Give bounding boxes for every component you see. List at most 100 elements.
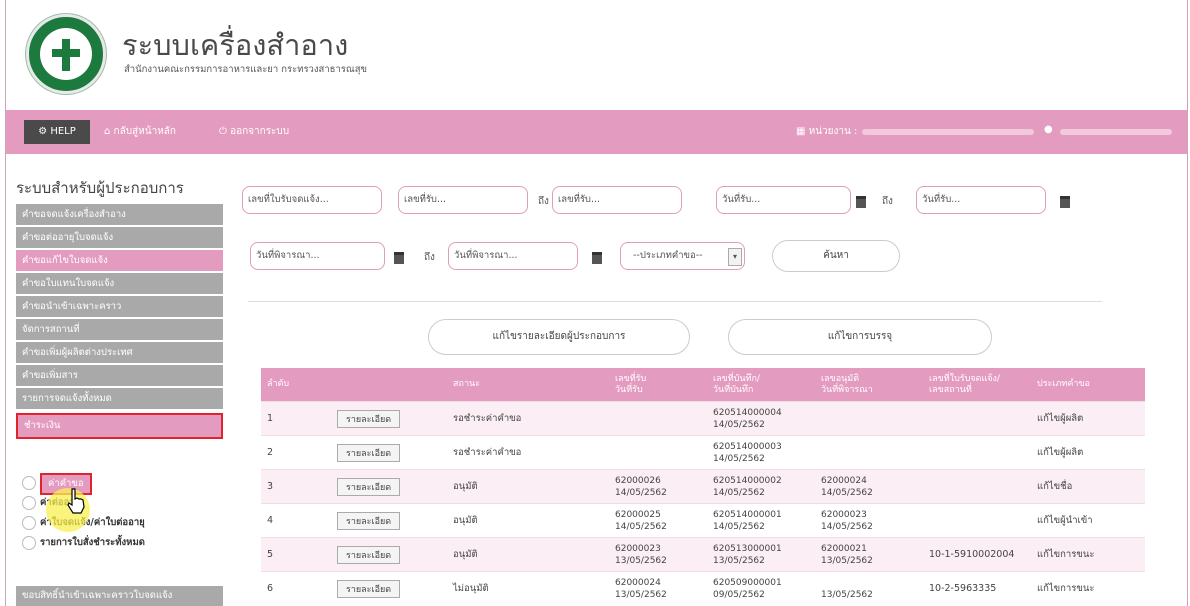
cell-recv	[609, 401, 707, 436]
cell-notify	[923, 401, 1031, 436]
cell-type: แก้ไขการขนะ	[1031, 537, 1145, 572]
cell-notify	[923, 469, 1031, 504]
cell-status: อนุมัติ	[447, 503, 609, 538]
cell-no: 1	[261, 401, 331, 436]
request-type-select[interactable]: --ประเภทคำขอ-- ▾	[620, 242, 745, 270]
cell-detail: รายละเอียด	[331, 469, 447, 504]
calendar-icon[interactable]	[394, 252, 404, 264]
recv-date-to-input[interactable]: วันที่รับ...	[916, 186, 1046, 214]
cell-approval: 62000023 14/05/2562	[815, 503, 923, 538]
app-frame: ระบบเครื่องสำอาง สำนักงานคณะกรรมการอาหาร…	[5, 0, 1188, 606]
table-row: 2 รายละเอียด รอชำระค่าคำขอ 620514000003 14/0…	[261, 435, 1145, 470]
cell-record: 620513000001 13/05/2562	[707, 537, 815, 572]
cell-type: แก้ไขผู้ผลิต	[1031, 401, 1145, 436]
record-date: 14/05/2562	[713, 453, 765, 464]
cell-record: 620514000003 14/05/2562	[707, 435, 815, 470]
edit-packaging-button[interactable]: แก้ไขการบรรจุ	[728, 319, 992, 355]
calendar-icon[interactable]	[856, 196, 866, 208]
cell-notify: 10-1-5910002004	[923, 537, 1031, 572]
chevron-down-icon: ▾	[728, 248, 742, 266]
sidebar-item-import-rights[interactable]: ขอบสิทธิ์นำเข้าเฉพาะคราวใบจดแจ้ง	[16, 586, 223, 606]
sidebar-item-new-notify[interactable]: คำขอจดแจ้งเครื่องสำอาง	[16, 204, 223, 225]
recv	[615, 447, 701, 459]
fda-logo	[26, 14, 106, 94]
detail-button[interactable]: รายละเอียด	[337, 511, 401, 530]
cell-type: แก้ไขผู้นำเข้า	[1031, 503, 1145, 538]
detail-button[interactable]: รายละเอียด	[337, 477, 401, 496]
approval: 62000023 14/05/2562	[821, 509, 917, 533]
cell-no: 6	[261, 571, 331, 605]
calendar-icon[interactable]	[1060, 196, 1070, 208]
recv-no-from-input[interactable]: เลขที่รับ...	[398, 186, 528, 214]
cell-detail: รายละเอียด	[331, 401, 447, 436]
sidebar-item-add-substance[interactable]: คำขอเพิ่มสาร	[16, 365, 223, 386]
table-body: 1 รายละเอียด รอชำระค่าคำขอ 620514000004 14/0…	[261, 401, 1145, 605]
detail-button[interactable]: รายละเอียด	[337, 443, 401, 462]
sidebar-item-payment[interactable]: ชำระเงิน	[16, 413, 223, 439]
sidebar-item-replacement[interactable]: คำขอใบแทนใบจดแจ้ง	[16, 273, 223, 294]
record-date: 14/05/2562	[713, 487, 765, 498]
edit-operator-button[interactable]: แก้ไขรายละเอียดผู้ประกอบการ	[428, 319, 690, 355]
review-date-to-input[interactable]: วันที่พิจารณา...	[448, 242, 578, 270]
recv-value: 62000024	[615, 577, 661, 588]
recv	[615, 413, 701, 425]
cell-no: 3	[261, 469, 331, 504]
recv-value: 62000026	[615, 475, 661, 486]
home-link[interactable]: ⌂ กลับสู่หน้าหลัก	[104, 124, 176, 139]
help-button[interactable]: ⚙ HELP	[24, 120, 90, 144]
sidebar-item-all-notify[interactable]: รายการจดแจ้งทั้งหมด	[16, 388, 223, 409]
cell-status: อนุมัติ	[447, 537, 609, 572]
notify-no-input[interactable]: เลขที่ใบรับจดแจ้ง...	[242, 186, 382, 214]
col-header-no: ลำดับ	[261, 368, 331, 402]
table-row: 3 รายละเอียด อนุมัติ 62000026 14/05/2562 6205…	[261, 469, 1145, 504]
home-icon: ⌂	[104, 126, 114, 137]
record-date: 14/05/2562	[713, 419, 765, 430]
record-value: 620509000001	[713, 577, 782, 588]
approval: 62000024 14/05/2562	[821, 475, 917, 499]
unit-label-text: หน่วยงาน :	[808, 126, 858, 137]
radio-icon	[22, 476, 36, 490]
search-button[interactable]: ค้นหา	[772, 240, 900, 272]
approval-value: 62000021	[821, 543, 867, 554]
cell-recv: 62000023 13/05/2562	[609, 537, 707, 572]
sidebar-item-import[interactable]: คำขอนำเข้าเฉพาะคราว	[16, 296, 223, 317]
calendar-icon[interactable]	[592, 252, 602, 264]
detail-button[interactable]: รายละเอียด	[337, 579, 401, 598]
cell-detail: รายละเอียด	[331, 435, 447, 470]
cell-notify: 10-2-5963335	[923, 571, 1031, 605]
cell-status: รอชำระค่าคำขอ	[447, 435, 609, 470]
recv-date: 13/05/2562	[615, 555, 667, 566]
request-type-value: --ประเภทคำขอ--	[633, 250, 703, 261]
col-header-record: เลขที่บันทึก/ วันที่บันทึก	[707, 368, 815, 402]
cell-status: รอชำระค่าคำขอ	[447, 401, 609, 436]
sidebar-item-places[interactable]: จัดการสถานที่	[16, 319, 223, 340]
app-subtitle: สำนักงานคณะกรรมการอาหารและยา กระทรวงสาธา…	[124, 64, 368, 75]
record-date: 13/05/2562	[713, 555, 765, 566]
detail-button[interactable]: รายละเอียด	[337, 409, 401, 428]
recv-no-to-input[interactable]: เลขที่รับ...	[552, 186, 682, 214]
logo-cross-h	[52, 49, 80, 57]
cell-approval	[815, 401, 923, 436]
logout-link[interactable]: ⏻ ออกจากระบบ	[219, 124, 289, 139]
sidebar-item-renew[interactable]: คำขอต่ออายุใบจดแจ้ง	[16, 227, 223, 248]
cell-no: 5	[261, 537, 331, 572]
record-date: 09/05/2562	[713, 589, 765, 600]
record: 620513000001 13/05/2562	[713, 543, 809, 567]
cell-status: ไม่อนุมัติ	[447, 571, 609, 605]
approval-date: 13/05/2562	[821, 589, 873, 600]
home-label: กลับสู่หน้าหลัก	[113, 126, 176, 137]
sidebar-item-foreign-maker[interactable]: คำขอเพิ่มผู้ผลิตต่างประเทศ	[16, 342, 223, 363]
cell-recv	[609, 435, 707, 470]
recv-date-from-input[interactable]: วันที่รับ...	[716, 186, 851, 214]
building-icon: ▦	[796, 126, 809, 137]
record: 620514000002 14/05/2562	[713, 475, 809, 499]
logout-label: ออกจากระบบ	[230, 126, 290, 137]
sidebar-item-edit-notify[interactable]: คำขอแก้ไขใบจดแจ้ง	[16, 250, 223, 271]
gear-icon: ⚙	[38, 126, 51, 137]
top-nav: ⚙ HELP ⌂ กลับสู่หน้าหลัก ⏻ ออกจากระบบ ▦ …	[6, 110, 1187, 154]
review-date-from-input[interactable]: วันที่พิจารณา...	[250, 242, 385, 270]
detail-button[interactable]: รายละเอียด	[337, 545, 401, 564]
submenu-request-fee[interactable]: ค่าคำขอ	[22, 473, 222, 495]
submenu-all-bills[interactable]: รายการใบสั่งชำระทั้งหมด	[22, 533, 222, 553]
cell-detail: รายละเอียด	[331, 537, 447, 572]
